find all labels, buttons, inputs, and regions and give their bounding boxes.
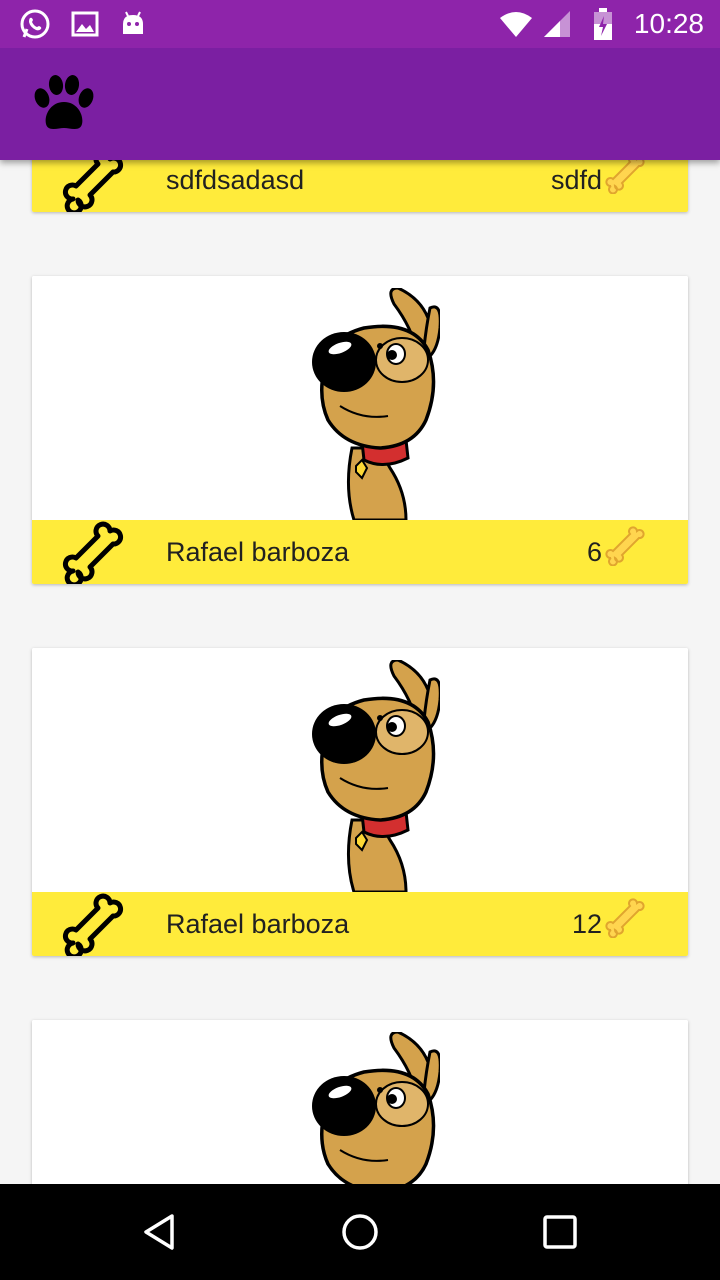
- pet-photo[interactable]: [32, 1020, 688, 1184]
- bone-icon: [604, 160, 646, 195]
- bone-like-button[interactable]: [58, 520, 126, 584]
- like-count: 12: [571, 909, 602, 939]
- bone-like-button[interactable]: [58, 892, 126, 956]
- gallery-icon: [68, 0, 102, 48]
- whatsapp-icon: [16, 0, 54, 48]
- pet-photo[interactable]: [32, 648, 688, 892]
- battery-icon: [590, 0, 616, 48]
- navigation-bar: [0, 1184, 720, 1280]
- status-time: 10:28: [633, 8, 704, 39]
- wifi-icon: [496, 0, 536, 48]
- like-count: sdfd: [550, 165, 602, 195]
- recents-icon[interactable]: [512, 1184, 608, 1280]
- pet-name: sdfdsadasd: [166, 165, 305, 195]
- bone-like-button[interactable]: [58, 160, 126, 212]
- pet-name: Rafael barboza: [166, 537, 350, 567]
- pet-card: Rafael barboza 6: [32, 276, 688, 584]
- bone-icon: [604, 896, 646, 939]
- like-count: 6: [586, 537, 602, 567]
- pet-feed[interactable]: sdfdsadasd sdfd Rafael barboza 6 Rafael …: [0, 160, 720, 1184]
- back-icon[interactable]: [112, 1184, 208, 1280]
- card-footer: Rafael barboza 6: [32, 520, 688, 584]
- paw-icon[interactable]: [30, 74, 98, 134]
- card-footer: Rafael barboza 12: [32, 892, 688, 956]
- android-icon: [116, 0, 150, 48]
- pet-card: Rafael barboza 12: [32, 648, 688, 956]
- pet-name: Rafael barboza: [166, 909, 350, 939]
- home-icon[interactable]: [312, 1184, 408, 1280]
- pet-card: sdfdsadasd sdfd: [32, 160, 688, 212]
- status-bar: 10:28: [0, 0, 720, 48]
- card-footer: sdfdsadasd sdfd: [32, 160, 688, 212]
- signal-icon: [540, 0, 574, 48]
- pet-card: [32, 1020, 688, 1184]
- bone-icon: [604, 524, 646, 567]
- pet-photo[interactable]: [32, 276, 688, 520]
- app-bar: [0, 48, 720, 160]
